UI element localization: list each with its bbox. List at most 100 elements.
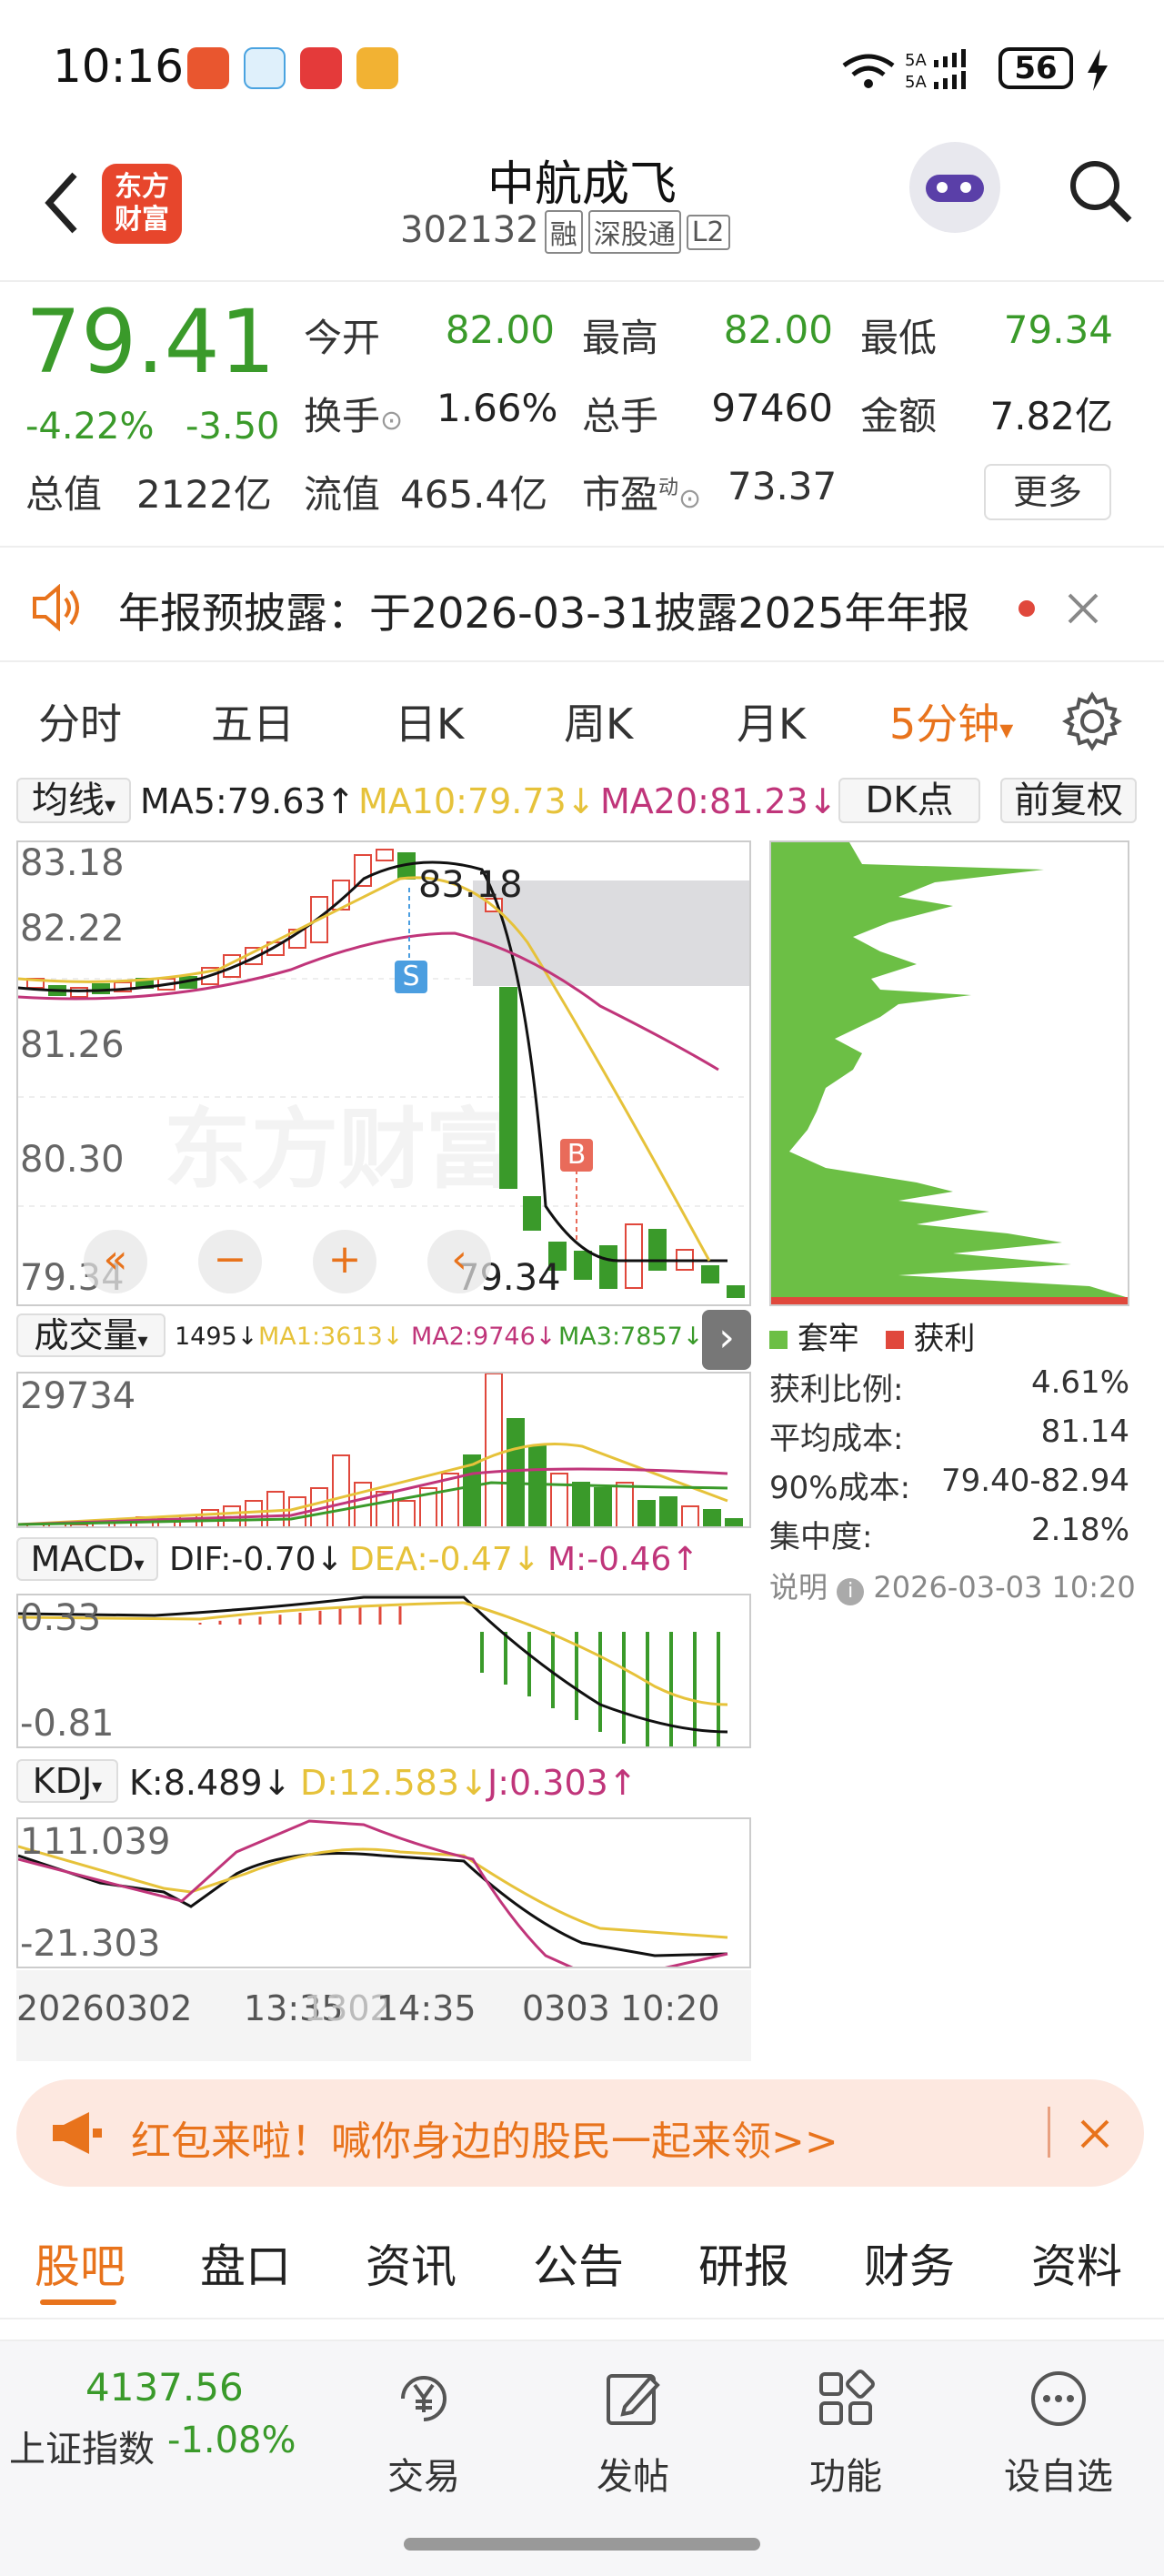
scroll-left-fast-icon[interactable]: « bbox=[84, 1230, 147, 1293]
more-button[interactable]: 更多 bbox=[984, 464, 1111, 520]
tab-weekly-k[interactable]: 周K bbox=[564, 691, 633, 751]
search-icon[interactable] bbox=[1064, 155, 1137, 227]
grid-functions-icon bbox=[819, 2370, 875, 2425]
axis-time: 10:20 bbox=[620, 1988, 720, 2028]
candle bbox=[376, 849, 394, 861]
value-mcap: 2122亿 bbox=[136, 472, 272, 517]
profit-label: 获利 bbox=[913, 1321, 976, 1357]
macd-m: M:-0.46↑ bbox=[547, 1541, 699, 1578]
chat-notification-icon bbox=[244, 47, 286, 89]
label-float: 流值 bbox=[304, 472, 381, 517]
candle bbox=[727, 1285, 745, 1298]
info-icon[interactable]: ⊙ bbox=[380, 405, 403, 437]
adjust-button[interactable]: 前复权 bbox=[1000, 778, 1137, 823]
red-packet-banner[interactable]: 红包来啦！喊你身边的股民一起来领>> bbox=[16, 2079, 1144, 2187]
volume-bar bbox=[332, 1454, 350, 1526]
volume-bar bbox=[70, 1524, 88, 1526]
divider bbox=[1048, 2107, 1050, 2158]
tab-announcements[interactable]: 公告 bbox=[533, 2230, 624, 2296]
volume-ma2: MA2:9746↓ bbox=[411, 1323, 557, 1351]
price-ylabel: 81.26 bbox=[20, 1024, 125, 1066]
label-open: 今开 bbox=[304, 316, 381, 360]
stock-code: 302132 bbox=[400, 209, 539, 251]
value-high: 82.00 bbox=[723, 307, 833, 352]
trap-label: 套牢 bbox=[797, 1321, 859, 1357]
buy-mark-b[interactable]: B bbox=[560, 1139, 593, 1172]
tab-daily-k[interactable]: 日K bbox=[395, 691, 464, 751]
zoom-out-icon[interactable]: − bbox=[198, 1230, 262, 1293]
tab-monthly-k[interactable]: 月K bbox=[737, 691, 806, 751]
volume-bar bbox=[528, 1445, 547, 1526]
tab-order-book[interactable]: 盘口 bbox=[200, 2230, 291, 2296]
home-indicator[interactable] bbox=[404, 2538, 760, 2551]
nav-watchlist[interactable]: 设自选 bbox=[986, 2367, 1131, 2500]
ma5-line bbox=[18, 860, 728, 1263]
close-icon[interactable] bbox=[1079, 2118, 1111, 2150]
index-ticker[interactable]: 4137.56 上证指数 -1.08% bbox=[0, 2365, 300, 2492]
sell-mark-s[interactable]: S bbox=[395, 961, 427, 993]
volume-chart[interactable]: 29734 bbox=[16, 1372, 751, 1528]
ma20-value: MA20:81.23↓ bbox=[600, 781, 838, 821]
chip-distribution-chart[interactable] bbox=[769, 840, 1129, 1306]
macd-selector[interactable]: MACD▾ bbox=[16, 1537, 158, 1581]
app-notification-icon bbox=[187, 47, 229, 89]
settings-gear-icon[interactable] bbox=[1062, 691, 1122, 751]
candlestick-chart[interactable]: 东方财富 83.18 82.22 81.26 80.30 79.34 83.18… bbox=[16, 840, 751, 1306]
stock-code-line: 302132 融深股通 L2 bbox=[400, 209, 730, 254]
battery-level: 56 bbox=[1014, 50, 1058, 86]
candle bbox=[701, 1265, 719, 1283]
tab-profile[interactable]: 资料 bbox=[1031, 2230, 1122, 2296]
candle bbox=[574, 1251, 592, 1280]
info-icon[interactable]: ⊙ bbox=[678, 483, 701, 515]
close-icon[interactable] bbox=[1066, 591, 1100, 626]
kdj-chart[interactable]: 111.039 -21.303 bbox=[16, 1817, 751, 1968]
info-icon: i bbox=[837, 1578, 865, 1605]
volume-bar bbox=[507, 1418, 525, 1526]
tab-stock-forum[interactable]: 股吧 bbox=[35, 2230, 125, 2296]
price-ylabel: 80.30 bbox=[20, 1139, 125, 1181]
dropdown-icon: ▾ bbox=[104, 792, 116, 818]
wifi-icon bbox=[842, 54, 895, 88]
assistant-robot-icon[interactable] bbox=[909, 142, 1000, 233]
status-time: 10:16 bbox=[53, 40, 185, 93]
scroll-left-icon[interactable]: ‹ bbox=[427, 1230, 491, 1293]
tab-research[interactable]: 研报 bbox=[698, 2230, 789, 2296]
tab-5day[interactable]: 五日 bbox=[211, 691, 295, 751]
dk-point-button[interactable]: DK点 bbox=[838, 778, 980, 823]
svg-text:5A: 5A bbox=[905, 51, 927, 70]
index-value: 4137.56 bbox=[85, 2365, 244, 2410]
nav-post[interactable]: 发帖 bbox=[560, 2367, 706, 2500]
trade-yen-icon bbox=[401, 2376, 447, 2421]
chip-label: 平均成本: bbox=[769, 1421, 904, 1457]
volume-ma3: MA3:7857↓ bbox=[558, 1323, 704, 1351]
price-ylabel: 83.18 bbox=[20, 842, 125, 884]
ma-selector[interactable]: 均线▾ bbox=[16, 778, 131, 823]
nav-trade[interactable]: 交易 bbox=[351, 2367, 497, 2500]
macd-chart[interactable]: 0.33 -0.81 bbox=[16, 1594, 751, 1748]
axis-date: 20260302 bbox=[16, 1988, 193, 2028]
tab-5min[interactable]: 5分钟▾ bbox=[889, 691, 1013, 751]
nav-watchlist-label: 设自选 bbox=[1004, 2456, 1113, 2498]
candle bbox=[70, 987, 88, 998]
label-turnover: 换手⊙ bbox=[304, 394, 404, 438]
volume-bar bbox=[681, 1505, 699, 1526]
value-float: 465.4亿 bbox=[400, 472, 548, 517]
kdj-ybot: -21.303 bbox=[20, 1923, 161, 1965]
notice-dot bbox=[1018, 600, 1035, 617]
tab-intraday[interactable]: 分时 bbox=[38, 691, 122, 751]
value-open: 82.00 bbox=[445, 307, 555, 352]
tag-margin: 融 bbox=[544, 210, 583, 254]
zoom-in-icon[interactable]: + bbox=[313, 1230, 376, 1293]
value-volume: 97460 bbox=[711, 386, 833, 430]
macd-plot bbox=[18, 1595, 728, 1746]
volume-selector[interactable]: 成交量▾ bbox=[16, 1313, 166, 1357]
kdj-selector[interactable]: KDJ▾ bbox=[16, 1759, 118, 1803]
tab-finance[interactable]: 财务 bbox=[864, 2230, 955, 2296]
chip-note[interactable]: 说明 i 2026-03-03 10:20 bbox=[769, 1565, 1136, 1606]
nav-functions[interactable]: 功能 bbox=[773, 2367, 918, 2500]
tab-news[interactable]: 资讯 bbox=[366, 2230, 457, 2296]
expand-side-panel-button[interactable]: › bbox=[702, 1310, 751, 1370]
ma5-value: MA5:79.63↑ bbox=[140, 781, 356, 821]
tag-l2: L2 bbox=[686, 214, 730, 250]
notice-bar[interactable]: 年报预披露：于2026-03-31披露2025年年报 bbox=[0, 553, 1164, 660]
